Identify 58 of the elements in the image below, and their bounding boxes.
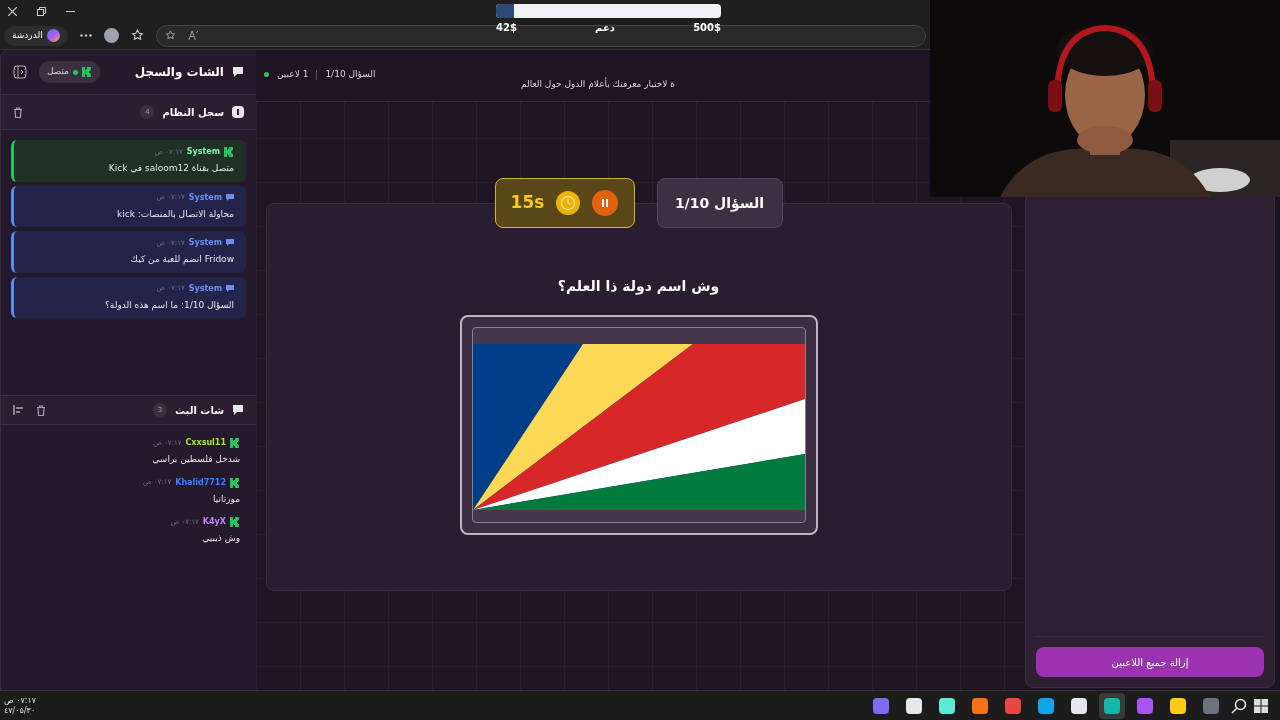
info-icon [232, 106, 244, 118]
question-text: وش اسم دولة ذا العلم؟ [557, 277, 720, 297]
username: Khalid7712 [175, 476, 226, 489]
pause-icon [601, 199, 610, 207]
trash-icon[interactable] [13, 106, 23, 118]
remove-players-button[interactable]: إزالة جميع اللاعبين [1036, 647, 1264, 677]
game-description: ة لاختبار معرفتك بأعلام الدول حول العالم [520, 78, 675, 91]
raised-amount: 42$ [496, 21, 517, 35]
status-text: متصل [47, 65, 70, 79]
windows-icon[interactable] [1254, 698, 1268, 713]
chat-icon [226, 284, 234, 293]
log-message: متصل بقناة saloom12 في Kick [107, 162, 234, 175]
chat-icon [226, 239, 234, 247]
chat-message: وش ذيبيي [201, 532, 240, 545]
author-name: System [188, 282, 222, 295]
chat-icon [226, 193, 234, 202]
collapse-icon[interactable] [13, 65, 27, 79]
section-title: شات البث [175, 403, 224, 418]
username: Cxxsul11 [185, 437, 226, 449]
author-name: System [188, 237, 222, 249]
chat-icon [232, 66, 244, 78]
favorites-icon[interactable] [130, 29, 144, 42]
chat-message: مورتانيا [211, 492, 240, 506]
close-icon[interactable] [8, 6, 17, 16]
kick-icon [224, 147, 234, 157]
donation-label: دعم [595, 21, 615, 35]
align-icon[interactable] [13, 405, 24, 415]
pause-button[interactable] [592, 190, 619, 216]
star-icon[interactable] [164, 30, 176, 41]
kick-icon [230, 438, 240, 448]
chat-button[interactable]: الدردشة [4, 25, 68, 46]
restore-icon[interactable] [37, 6, 46, 16]
chat-message: شدخل فلسطين براسي [151, 453, 240, 466]
author-name: System [188, 191, 222, 204]
profile-icon[interactable] [103, 28, 119, 43]
log-message: السؤال 1/10: ما اسم هذه الدولة؟ [104, 298, 234, 312]
clock-date: ٤٧/٠٥/٣٠ [4, 705, 37, 716]
log-message: Fridow انضم للعبة من كيك [129, 253, 234, 266]
chat-icon [232, 404, 244, 416]
kick-icon [230, 517, 240, 527]
author-name: System [186, 146, 220, 158]
kick-icon [230, 477, 240, 488]
log-message: محاولة الاتصال بالمنصات: kick [116, 207, 234, 221]
players-count: 1 لاعبين [277, 68, 309, 81]
sidebar-title: الشات والسجل [134, 64, 224, 81]
kick-icon [82, 67, 93, 77]
trash-icon[interactable] [36, 404, 46, 416]
question-counter: السؤال 1/10 [325, 68, 376, 81]
more-icon[interactable] [79, 34, 92, 37]
question-badge: السؤال 1/10 [656, 178, 783, 228]
username: K4yX [202, 516, 226, 528]
clock-time: ٠٧:١٧ ص [4, 695, 37, 706]
read-aloud-icon[interactable] [187, 30, 199, 41]
goal-amount: 500$ [693, 21, 721, 35]
section-title: سجل النظام [162, 105, 224, 120]
search-icon[interactable] [1231, 697, 1247, 714]
clock-icon [556, 191, 581, 215]
timer-value: 15s [510, 191, 545, 215]
